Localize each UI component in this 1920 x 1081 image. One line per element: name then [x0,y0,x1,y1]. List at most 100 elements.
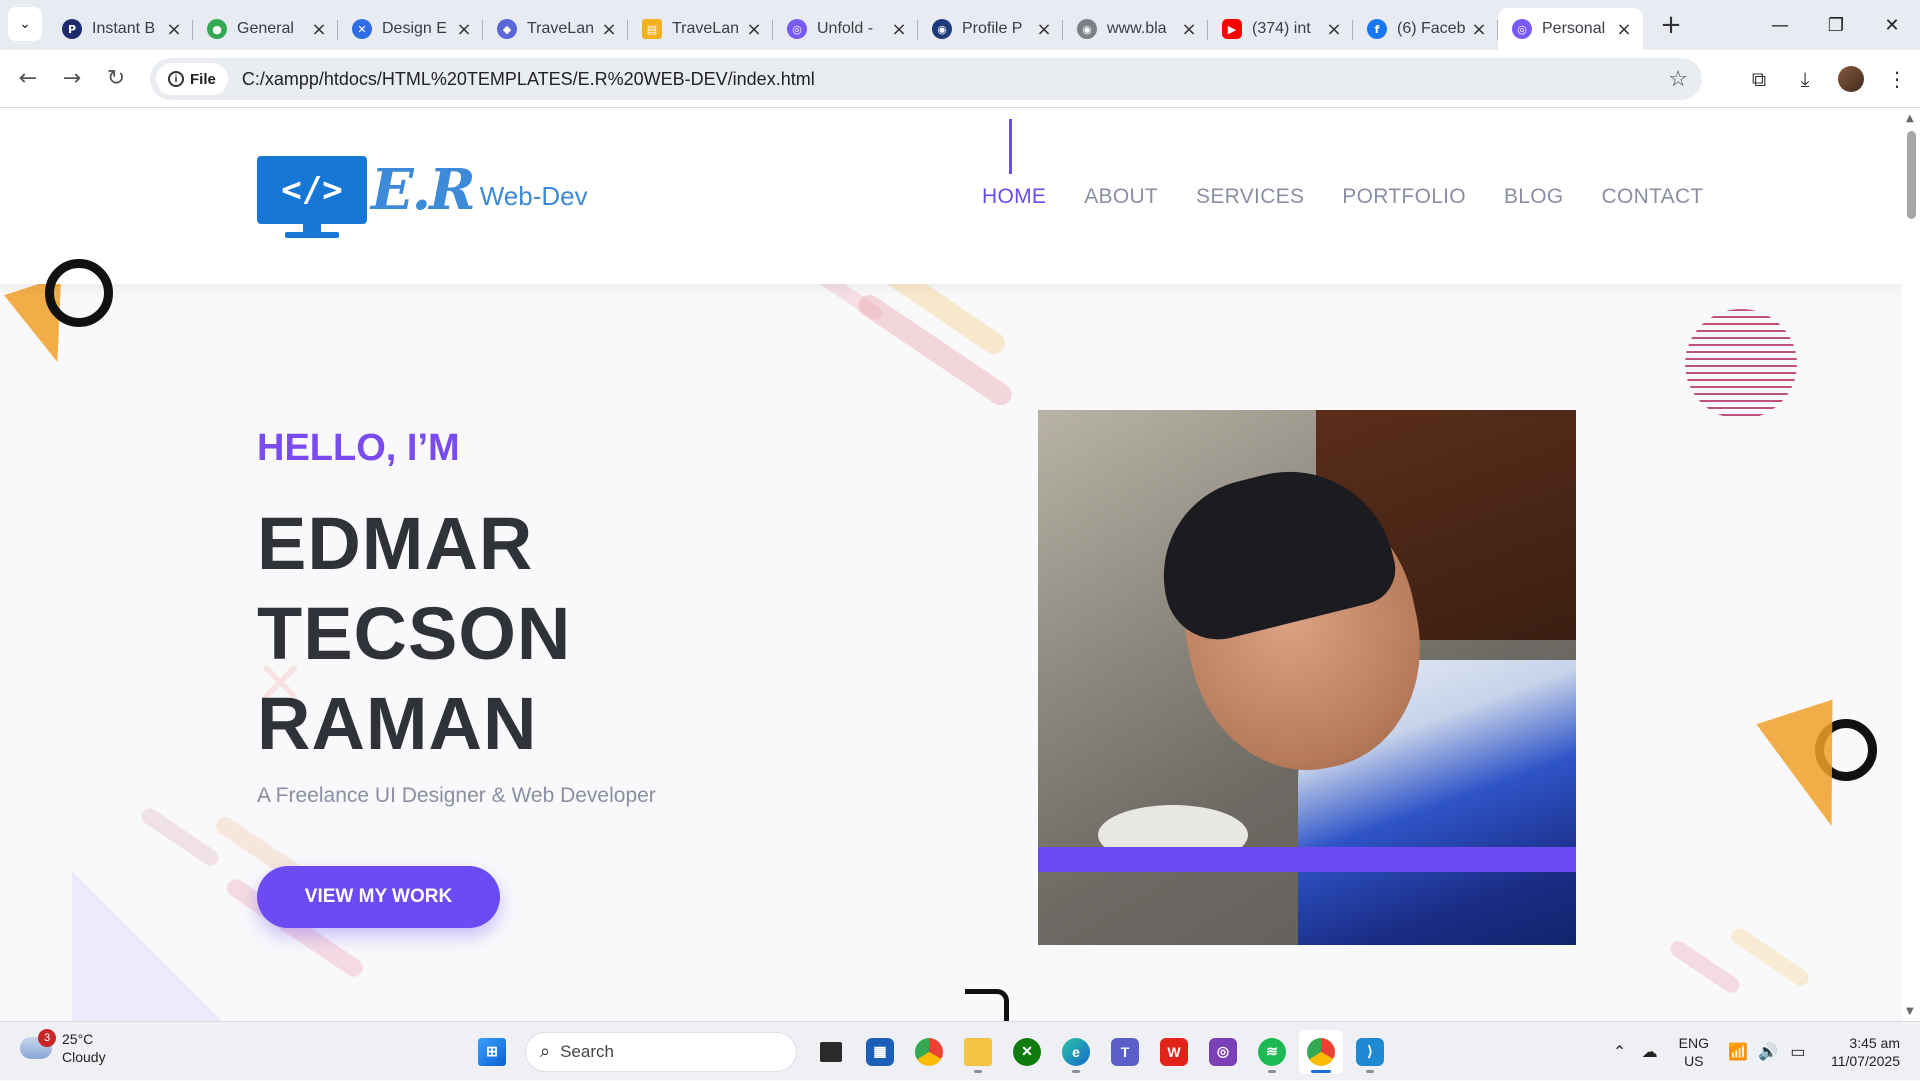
aperture-icon: ◎ [1209,1037,1237,1066]
extensions-icon[interactable]: ⧉ [1736,58,1782,100]
tab[interactable]: ✕ Design E × [338,8,483,50]
close-icon[interactable]: × [745,19,763,40]
clock-date: 11/07/2025 [1830,1052,1900,1069]
url-text[interactable]: C:/xampp/htdocs/HTML%20TEMPLATES/E.R%20W… [242,69,815,90]
facebook-icon: f [1367,19,1387,39]
tab-title: (6) Faceb [1397,20,1466,37]
globe-icon: ◉ [1077,19,1097,39]
close-icon[interactable]: × [165,19,183,40]
nav-home[interactable]: HOME [982,185,1046,209]
close-window-button[interactable]: ✕ [1864,0,1920,50]
vscode-button[interactable]: ⟩ [1348,1030,1392,1074]
p-logo-icon: P [62,19,82,39]
arrow-right-icon: → [62,66,82,91]
tab[interactable]: ◆ TraveLan × [483,8,628,50]
edge-button[interactable]: e [1054,1030,1098,1074]
ring-decoration [45,259,113,327]
close-icon[interactable]: × [600,19,618,40]
new-tab-button[interactable]: + [1651,5,1691,45]
task-view-button[interactable] [809,1030,853,1074]
wps-button[interactable]: W [1152,1030,1196,1074]
tab-search-button[interactable]: ⌄ [8,7,42,41]
toolbar-actions: ⧉ ⤓ ⋮ [1736,58,1920,100]
spotify-button[interactable]: ≋ [1250,1030,1294,1074]
page-scrollbar[interactable]: ▲ ▼ [1902,109,1920,1021]
chrome-icon [1307,1037,1335,1066]
download-icon[interactable]: ⤓ [1782,58,1828,100]
nav-portfolio[interactable]: PORTFOLIO [1342,185,1466,209]
close-icon[interactable]: × [1325,19,1343,40]
volume-icon[interactable]: 🔊 [1753,1042,1783,1062]
onedrive-offline-icon[interactable]: ☁ [1635,1042,1665,1062]
restore-button[interactable]: ❐ [1808,0,1864,50]
teams-button[interactable]: T [1103,1030,1147,1074]
address-bar[interactable]: i File C:/xampp/htdocs/HTML%20TEMPLATES/… [150,58,1702,100]
taskbar-search[interactable]: ⌕ Search [525,1031,797,1072]
tab[interactable]: ▶ (374) int × [1208,8,1353,50]
bookmark-star-icon[interactable]: ☆ [1668,67,1688,92]
tab[interactable]: ◉ www.bla × [1063,8,1208,50]
tab[interactable]: P Instant B × [48,8,193,50]
close-icon[interactable]: × [1615,19,1633,40]
nav-services[interactable]: SERVICES [1196,185,1304,209]
profile-photo [1038,410,1576,945]
chevron-up-icon[interactable]: ⌃ [1605,1042,1635,1062]
store-icon: ▦ [866,1037,894,1066]
scrollbar-thumb[interactable] [1907,131,1916,219]
start-button[interactable]: ⊞ [470,1030,514,1074]
spotify-icon: ≋ [1258,1037,1286,1066]
battery-icon[interactable]: ▭ [1783,1042,1813,1062]
aperture-app-button[interactable]: ◎ [1201,1030,1245,1074]
tab[interactable]: f (6) Faceb × [1353,8,1498,50]
chrome-button[interactable] [907,1030,951,1074]
site-info-chip[interactable]: i File [156,63,228,95]
weather-widget[interactable]: 3 25°C Cloudy [20,1029,106,1066]
tab-title: Instant B [92,20,156,37]
view-my-work-button[interactable]: VIEW MY WORK [257,866,500,928]
language-indicator[interactable]: ENG US [1679,1034,1709,1070]
search-icon: ⌕ [540,1041,551,1062]
wifi-icon[interactable]: 📶 [1723,1042,1753,1062]
scroll-down-icon[interactable]: ▼ [1906,1006,1914,1017]
active-nav-indicator [1009,119,1012,174]
file-explorer-button[interactable] [956,1030,1000,1074]
store-button[interactable]: ▦ [858,1030,902,1074]
design-logo-icon: ✕ [352,19,372,39]
hero-name-line: TECSON [257,592,572,675]
tab[interactable]: ◉ Profile P × [918,8,1063,50]
tab-title: (374) int [1252,20,1311,37]
cube-icon: ◆ [497,19,517,39]
close-icon[interactable]: × [455,19,473,40]
minimize-button[interactable]: — [1752,0,1808,50]
close-icon[interactable]: × [890,19,908,40]
tab-title: General [237,20,294,37]
profile-avatar[interactable] [1838,66,1864,92]
forward-button[interactable]: → [50,57,94,101]
tab[interactable]: ● General × [193,8,338,50]
nav-blog[interactable]: BLOG [1504,185,1564,209]
region-code: US [1684,1052,1704,1069]
tab[interactable]: ◎ Unfold - × [773,8,918,50]
hero-name-line: RAMAN [257,682,538,765]
tab[interactable]: ▤ TraveLan × [628,8,773,50]
menu-kebab-icon[interactable]: ⋮ [1874,58,1920,100]
close-icon[interactable]: × [1470,19,1488,40]
site-logo[interactable]: </> E.R Web-Dev [257,156,588,238]
nav-contact[interactable]: CONTACT [1602,185,1704,209]
xbox-button[interactable]: ✕ [1005,1030,1049,1074]
close-icon[interactable]: × [1180,19,1198,40]
chrome-profile-button[interactable] [1299,1029,1343,1074]
tab-active[interactable]: ◎ Personal × [1498,8,1643,50]
scroll-up-icon[interactable]: ▲ [1906,113,1914,124]
close-icon[interactable]: × [310,19,328,40]
close-icon[interactable]: × [1035,19,1053,40]
tab-title: Design E [382,20,447,37]
pill-decoration [1728,925,1812,989]
clock[interactable]: 3:45 am 11/07/2025 [1831,1034,1900,1070]
task-view-icon [820,1041,842,1062]
reload-button[interactable]: ↻ [94,57,138,101]
maps-pin-icon: ● [207,19,227,39]
edge-icon: e [1062,1037,1090,1066]
back-button[interactable]: ← [6,57,50,101]
nav-about[interactable]: ABOUT [1084,185,1158,209]
